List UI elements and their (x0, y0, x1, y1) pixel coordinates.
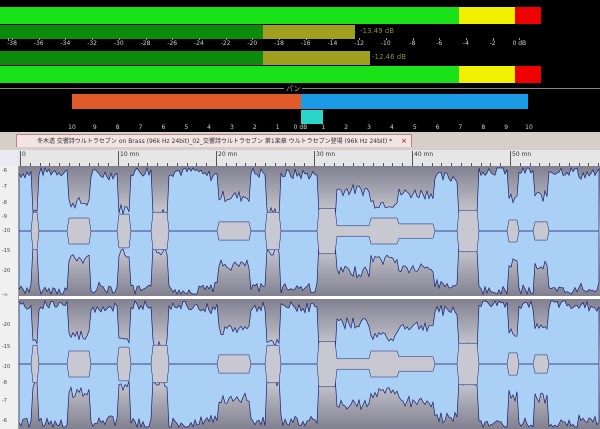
pan-tick-label: 2 (252, 124, 257, 131)
amplitude-tick-label: -9 (2, 214, 7, 220)
db-tick-label: -30 (113, 40, 124, 47)
db-tick-label: -36 (33, 40, 44, 47)
right-level-meter (0, 66, 541, 83)
pan-tick-label: 7 (458, 124, 463, 131)
pan-tick-label: 10 (68, 124, 76, 131)
db-tick-label: -16 (300, 40, 311, 47)
amplitude-tick-label: -15 (2, 344, 11, 350)
db-tick-label: -22 (220, 40, 231, 47)
pan-tick-label: 1 (275, 124, 280, 131)
pan-tick-label: 5 (184, 124, 189, 131)
right-peak-readout: -12.46 dB (372, 53, 407, 61)
ruler-mark: 10 mn (120, 151, 140, 158)
db-tick-label: -26 (167, 40, 178, 47)
amplitude-tick-label: -6 (2, 418, 7, 424)
db-tick-label: -2 (489, 40, 496, 47)
time-ruler[interactable]: 0 10 mn 20 mn 30 mn 40 mn 50 mn (18, 150, 600, 167)
db-tick-label: -34 (60, 40, 71, 47)
right-peak-bar (0, 51, 370, 65)
db-tick-label: -10 (380, 40, 391, 47)
pan-left-bar (72, 94, 301, 109)
db-tick-label: -32 (87, 40, 97, 47)
pan-tick-label: 8 (481, 124, 486, 131)
amplitude-tick-label: -20 (2, 268, 11, 274)
ruler-mark: 40 mn (414, 151, 434, 158)
pan-tick-label: 10 (525, 124, 533, 131)
pan-tick-label: 9 (92, 124, 97, 131)
pan-label: パン (284, 84, 303, 94)
db-tick-label: -4 (462, 40, 469, 47)
ruler-mark: 50 mn (512, 151, 532, 158)
pan-tick-label: 7 (138, 124, 143, 131)
pan-tick-label: 8 (115, 124, 120, 131)
db-tick-label: -20 (247, 40, 258, 47)
db-tick-label: -8 (409, 40, 416, 47)
pan-center-indicator[interactable] (301, 110, 323, 124)
db-tick-label: -12 (354, 40, 364, 47)
amplitude-tick-label: -6 (2, 168, 7, 174)
left-peak-bar (0, 25, 355, 39)
pan-tick-label: 3 (367, 124, 371, 131)
ruler-mark: 0 (22, 151, 26, 158)
amplitude-tick-label: -8 (2, 380, 7, 386)
amplitude-tick-label: -∞ (2, 292, 8, 298)
document-tab[interactable]: 冬木透 交響詩ウルトラセブン on Brass (96k Hz 24bit)_0… (16, 134, 412, 147)
document-tab-title: 冬木透 交響詩ウルトラセブン on Brass (96k Hz 24bit)_0… (37, 138, 393, 145)
amplitude-tick-label: -10 (2, 228, 11, 234)
db-tick-label: -18 (274, 40, 284, 47)
amplitude-tick-label: -8 (2, 200, 7, 206)
pan-tick-label: 6 (435, 124, 440, 131)
waveform-display[interactable] (19, 166, 600, 429)
pan-tick-label: 0 dB (293, 124, 308, 131)
pan-tick-label: 4 (389, 124, 394, 131)
db-scale: -38 -36 -34 -32 -30 -28 -26 -24 -22 -20 -18 -16 -14 -… (0, 38, 560, 50)
db-tick-label: -6 (436, 40, 443, 47)
pan-tick-label: 3 (230, 124, 234, 131)
pan-tick-label: 2 (344, 124, 349, 131)
pan-tick-label: 4 (207, 124, 212, 131)
amplitude-axis: -6 -7 -8 -9 -10 -15 -20 -∞ -20 -15 -10 -8 -7 -6 (0, 166, 19, 429)
left-level-meter (0, 7, 541, 24)
pan-tick-label: 5 (412, 124, 417, 131)
db-tick-label: 0 dB (512, 40, 527, 47)
close-icon[interactable]: × (401, 135, 407, 147)
amplitude-tick-label: -15 (2, 248, 11, 254)
ruler-mark: 20 mn (218, 151, 238, 158)
left-peak-readout: -13.49 dB (360, 27, 395, 35)
amplitude-tick-label: -20 (2, 322, 11, 328)
pan-tick-label: 9 (504, 124, 509, 131)
amplitude-tick-label: -7 (2, 184, 7, 190)
pan-tick-label: 1 (321, 124, 326, 131)
db-tick-label: -38 (7, 40, 17, 47)
db-tick-label: -24 (193, 40, 204, 47)
db-tick-label: -14 (327, 40, 338, 47)
pan-tick-label: 6 (161, 124, 166, 131)
db-tick-label: -28 (140, 40, 151, 47)
amplitude-tick-label: -10 (2, 364, 11, 370)
amplitude-tick-label: -7 (2, 398, 7, 404)
pan-right-bar (301, 94, 528, 109)
ruler-mark: 30 mn (316, 151, 336, 158)
